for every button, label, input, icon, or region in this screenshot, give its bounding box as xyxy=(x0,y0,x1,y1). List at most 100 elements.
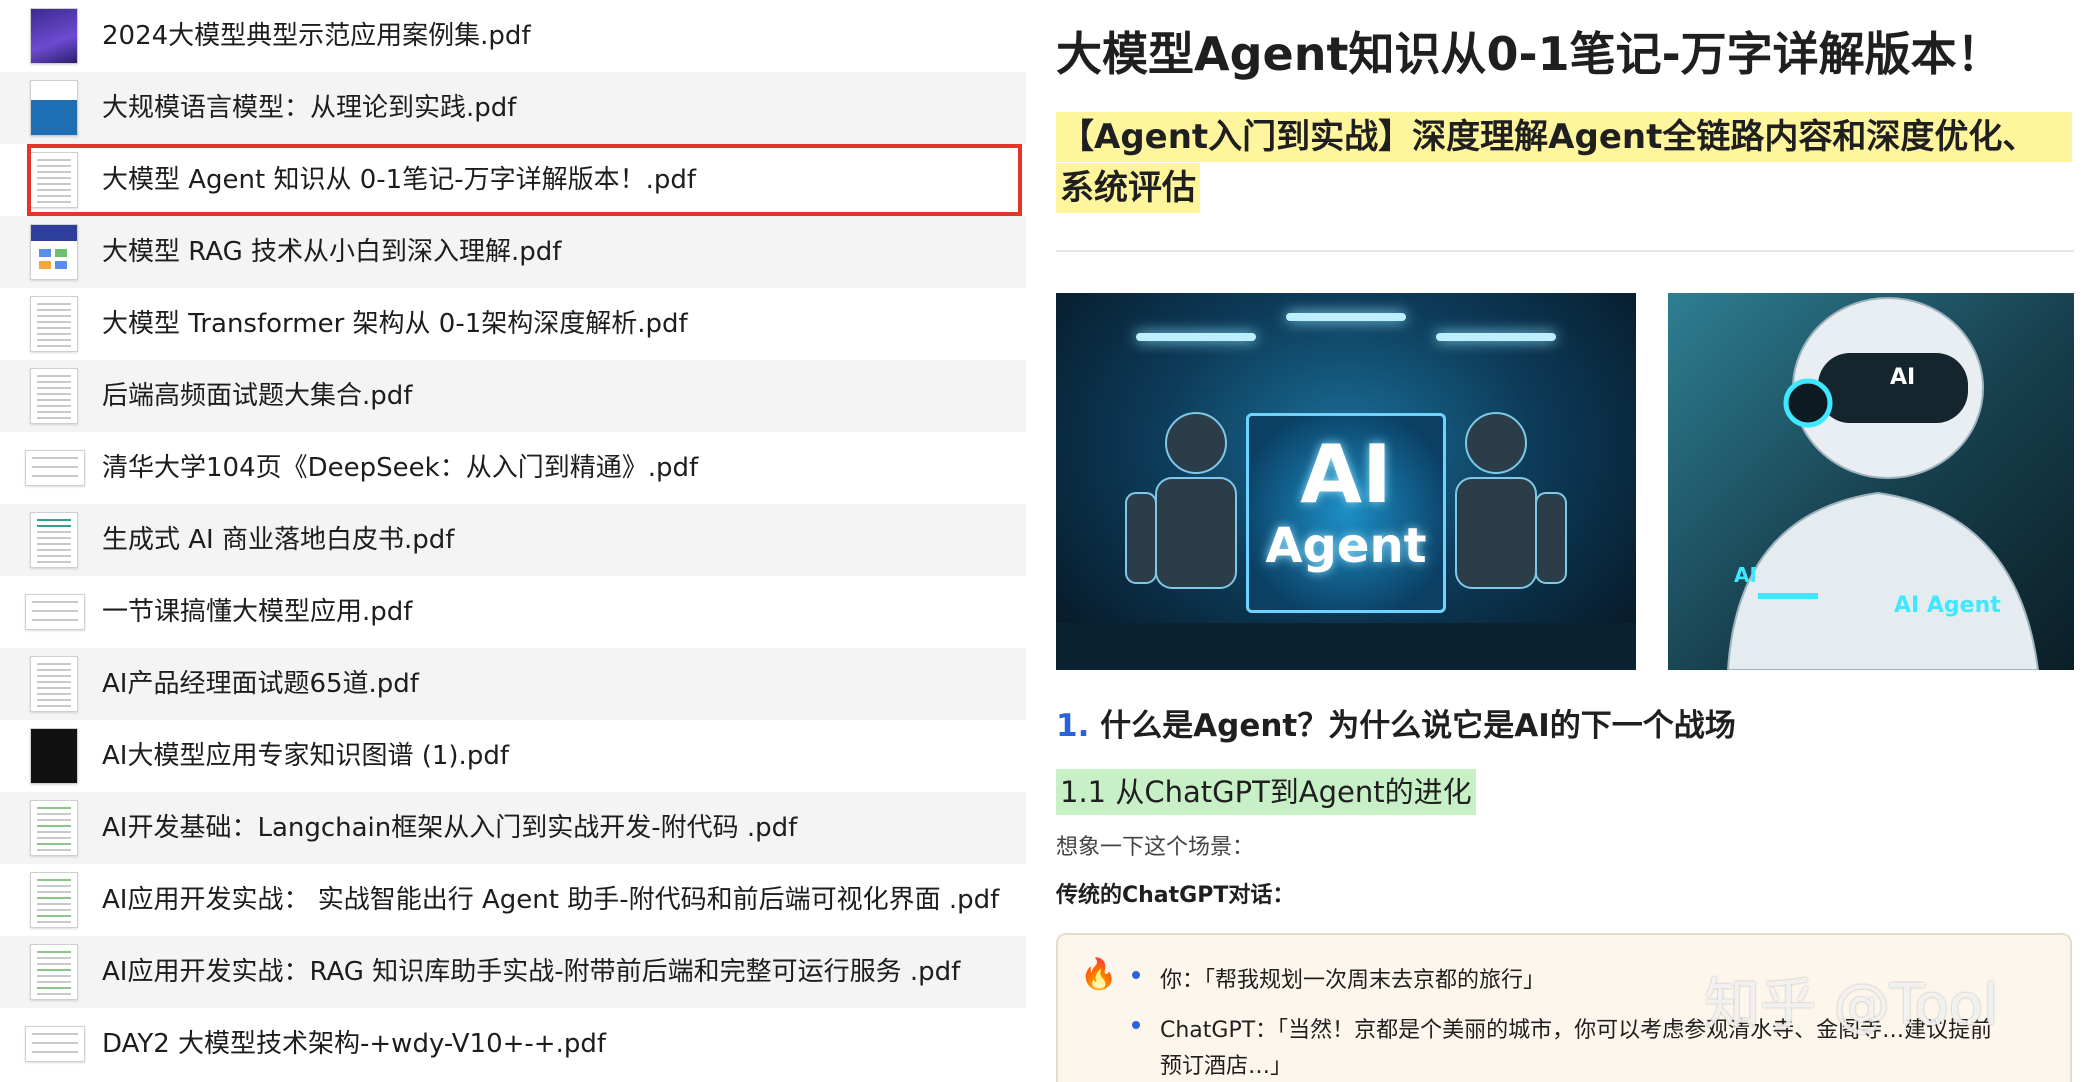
thumb-line xyxy=(37,681,71,683)
file-row[interactable]: AI大模型应用专家知识图谱 (1).pdf xyxy=(0,720,1026,792)
thumb-line xyxy=(37,687,71,689)
thumb-line xyxy=(37,849,71,851)
thumb-line xyxy=(37,189,71,191)
thumb-line xyxy=(37,825,71,827)
file-row[interactable]: 大规模语言模型：从理论到实践.pdf xyxy=(0,72,1026,144)
thumb-line xyxy=(37,813,71,815)
file-row[interactable]: 生成式 AI 商业落地白皮书.pdf xyxy=(0,504,1026,576)
file-row[interactable]: 大模型 Transformer 架构从 0-1架构深度解析.pdf xyxy=(0,288,1026,360)
robot-figure xyxy=(1726,297,2040,670)
pdf-thumbnail-icon xyxy=(30,872,78,928)
pdf-thumbnail-icon xyxy=(30,728,78,784)
section-1-1-heading: 1.1 从ChatGPT到Agent的进化 xyxy=(1056,769,1476,815)
subtitle-line-2: 系统评估 xyxy=(1056,163,1200,213)
thumb-line xyxy=(37,807,71,809)
thumb-line xyxy=(32,1033,78,1035)
file-row[interactable]: AI产品经理面试题65道.pdf xyxy=(0,648,1026,720)
thumb-block xyxy=(55,261,67,269)
subtitle-line-1: 【Agent入门到实战】深度理解Agent全链路内容和深度优化、 xyxy=(1056,112,2072,162)
thumb-line xyxy=(37,201,71,203)
thumb-line xyxy=(37,165,71,167)
file-row[interactable]: AI开发基础：Langchain框架从入门到实战开发-附代码 .pdf xyxy=(0,792,1026,864)
thumb-line xyxy=(32,1042,78,1044)
ai-agent-lab-image: AI Agent xyxy=(1056,293,1636,670)
file-name: AI大模型应用专家知识图谱 (1).pdf xyxy=(102,741,509,771)
pdf-thumbnail-icon xyxy=(30,80,78,136)
horizontal-divider xyxy=(1056,250,2074,252)
thumb-line xyxy=(37,393,71,395)
pdf-thumbnail-icon xyxy=(25,594,85,630)
file-row[interactable]: 一节课搞懂大模型应用.pdf xyxy=(0,576,1026,648)
thumb-line xyxy=(32,610,78,612)
thumb-line xyxy=(37,831,71,833)
file-name: 2024大模型典型示范应用案例集.pdf xyxy=(102,21,531,51)
thumb-line xyxy=(37,987,71,989)
thumb-line xyxy=(37,333,71,335)
thumb-line xyxy=(37,345,71,347)
thumb-block xyxy=(39,249,51,257)
thumb-line xyxy=(37,699,71,701)
thumb-line xyxy=(32,466,78,468)
thumb-line xyxy=(37,909,71,911)
article-title: 大模型Agent知识从0-1笔记-万字详解版本！ xyxy=(1056,27,2003,81)
thumb-line xyxy=(37,951,71,953)
thumb-block xyxy=(55,249,67,257)
thumb-line xyxy=(37,837,71,839)
dialog-chatgpt-line-cont: 预订酒店…」 xyxy=(1160,1054,1293,1079)
file-name: AI应用开发实战：RAG 知识库助手实战-附带前后端和完整可运行服务 .pdf xyxy=(102,957,961,987)
thumb-line xyxy=(32,601,78,603)
thumb-line xyxy=(37,981,71,983)
bullet-icon xyxy=(1132,971,1140,979)
chest-ai-agent-text: AI Agent xyxy=(1894,593,2001,618)
thumb-line xyxy=(37,171,71,173)
thumb-line xyxy=(37,417,71,419)
section-number: 1. xyxy=(1056,708,1090,744)
file-name: 一节课搞懂大模型应用.pdf xyxy=(102,597,413,627)
thumb-line xyxy=(37,903,71,905)
thumb-line xyxy=(37,177,71,179)
thumb-line xyxy=(37,843,71,845)
thumb-block xyxy=(39,261,51,269)
file-row[interactable]: DAY2 大模型技术架构-+wdy-V10+-+.pdf xyxy=(0,1008,1026,1080)
file-name: 大模型 Transformer 架构从 0-1架构深度解析.pdf xyxy=(102,309,688,339)
thumb-line xyxy=(37,411,71,413)
thumb-line xyxy=(37,387,71,389)
ai-screen: AI Agent xyxy=(1246,413,1446,613)
pdf-thumbnail-icon xyxy=(25,450,85,486)
file-row[interactable]: AI应用开发实战：RAG 知识库助手实战-附带前后端和完整可运行服务 .pdf xyxy=(0,936,1026,1008)
file-row[interactable]: 2024大模型典型示范应用案例集.pdf xyxy=(0,0,1026,72)
panel-divider xyxy=(1026,0,1056,1082)
thumb-line xyxy=(37,159,71,161)
thumb-line xyxy=(37,993,71,995)
thumb-line xyxy=(37,897,71,899)
thumb-line xyxy=(37,519,71,521)
section-title: 什么是Agent？为什么说它是AI的下一个战场 xyxy=(1100,708,1736,744)
pdf-thumbnail-icon xyxy=(30,944,78,1000)
thumb-line xyxy=(37,885,71,887)
thumb-line xyxy=(37,531,71,533)
thumb-line xyxy=(37,915,71,917)
thumb-line xyxy=(37,975,71,977)
pdf-thumbnail-icon xyxy=(30,296,78,352)
file-row[interactable]: 大模型 Agent 知识从 0-1笔记-万字详解版本！.pdf xyxy=(0,144,1026,216)
thumb-line xyxy=(37,549,71,551)
thumb-line xyxy=(37,705,71,707)
file-row[interactable]: 后端高频面试题大集合.pdf xyxy=(0,360,1026,432)
thumb-line xyxy=(37,327,71,329)
thumb-line xyxy=(37,663,71,665)
thumb-line xyxy=(32,1051,78,1053)
section-1-heading: 1. 什么是Agent？为什么说它是AI的下一个战场 xyxy=(1056,700,1736,745)
thumb-line xyxy=(37,819,71,821)
thumb-line xyxy=(37,963,71,965)
file-name: 大模型 RAG 技术从小白到深入理解.pdf xyxy=(102,237,562,267)
pdf-thumbnail-icon xyxy=(30,800,78,856)
file-row[interactable]: 清华大学104页《DeepSeek：从入门到精通》.pdf xyxy=(0,432,1026,504)
file-name: AI开发基础：Langchain框架从入门到实战开发-附代码 .pdf xyxy=(102,813,798,843)
file-row[interactable]: 大模型 RAG 技术从小白到深入理解.pdf xyxy=(0,216,1026,288)
thumb-line xyxy=(32,475,78,477)
thumb-line xyxy=(37,405,71,407)
ai-screen-text: AI xyxy=(1300,428,1392,521)
thumb-line xyxy=(37,891,71,893)
file-row[interactable]: AI应用开发实战： 实战智能出行 Agent 助手-附代码和前后端可视化界面 .… xyxy=(0,864,1026,936)
scene-intro-text: 想象一下这个场景： xyxy=(1056,835,1255,860)
